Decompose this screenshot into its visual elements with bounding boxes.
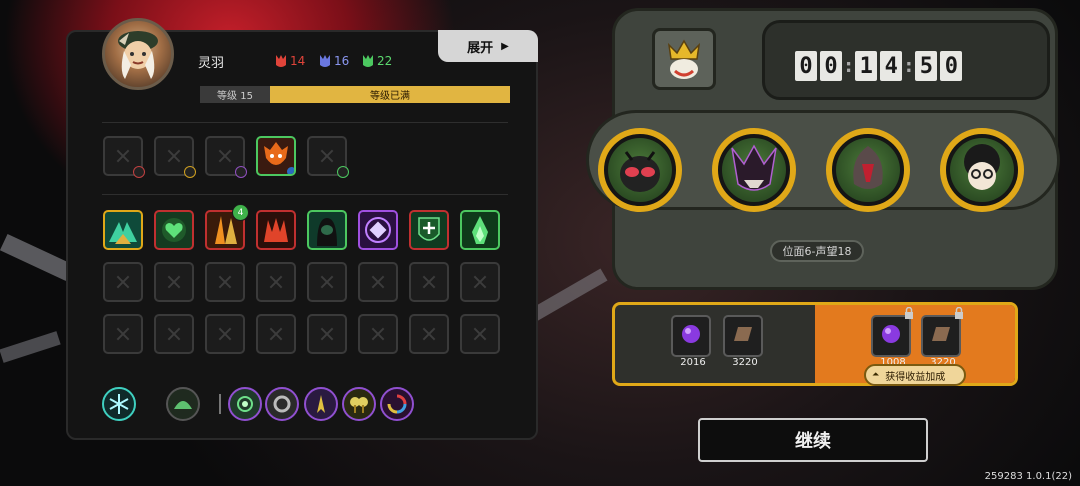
divider bbox=[102, 122, 508, 123]
hero-horned-demon[interactable] bbox=[712, 128, 796, 212]
lock-icon bbox=[955, 307, 963, 319]
skill-demon-claw-icon[interactable] bbox=[256, 210, 296, 250]
divider bbox=[102, 194, 508, 195]
skill-green-flame-icon[interactable] bbox=[460, 210, 500, 250]
reward-item[interactable]: 2016 bbox=[671, 315, 711, 368]
timer-colon: : bbox=[905, 55, 913, 77]
equipment-slot-empty[interactable] bbox=[205, 136, 247, 178]
income-bonus-tag[interactable]: ⏶ 获得收益加成 bbox=[864, 364, 966, 386]
skill-flame-blade-icon[interactable]: 4 bbox=[205, 204, 249, 250]
play-arrow-icon: ▶ bbox=[501, 40, 509, 52]
snowflake-icon[interactable] bbox=[102, 387, 136, 421]
skill-slot-empty[interactable] bbox=[460, 314, 500, 354]
character-panel: 灵羽 14 16 22 展开 ▶ 等级 15 等级已满 4 bbox=[66, 18, 538, 440]
skill-level-badge: 4 bbox=[232, 204, 249, 221]
timer-digit: 1 bbox=[855, 51, 878, 81]
skill-purple-crystal-icon[interactable] bbox=[358, 210, 398, 250]
lock-icon bbox=[905, 307, 913, 319]
timer-colon: : bbox=[845, 55, 853, 77]
reward-item[interactable]: 3220 bbox=[723, 315, 763, 368]
countdown-timer: 0 0 : 1 4 : 5 0 bbox=[762, 20, 1050, 100]
crown-emblem bbox=[652, 28, 716, 90]
skill-heart-icon[interactable] bbox=[154, 210, 194, 250]
reward-value: 2016 bbox=[680, 357, 706, 368]
equipment-slot-empty[interactable] bbox=[103, 136, 145, 178]
blue-mask-icon bbox=[320, 55, 330, 67]
skill-hooded-figure-icon[interactable] bbox=[307, 210, 347, 250]
equipment-fire-beast-icon[interactable] bbox=[256, 136, 296, 176]
double-chevron-up-icon: ⏶ bbox=[872, 370, 880, 380]
rank-tag: 位面6-声望18 bbox=[770, 240, 864, 262]
level-bar: 等级 15 等级已满 bbox=[200, 86, 510, 103]
resource-blue: 16 bbox=[319, 53, 349, 69]
red-mask-icon bbox=[276, 55, 286, 67]
crown-icon bbox=[667, 39, 701, 79]
resource-red: 14 bbox=[275, 53, 305, 69]
level-label: 等级 15 bbox=[200, 86, 270, 103]
skill-slot-empty[interactable] bbox=[460, 262, 500, 302]
reward-item-locked[interactable]: 1008 bbox=[871, 315, 911, 368]
silver-ring-icon[interactable] bbox=[265, 387, 299, 421]
continue-button[interactable]: 继续 bbox=[698, 418, 928, 462]
player-name: 灵羽 bbox=[198, 56, 225, 71]
skill-slot-empty[interactable] bbox=[409, 314, 449, 354]
hero-bug-mask[interactable] bbox=[598, 128, 682, 212]
player-avatar[interactable] bbox=[102, 18, 174, 90]
skill-slot-empty[interactable] bbox=[154, 262, 194, 302]
skill-slot-empty[interactable] bbox=[256, 262, 296, 302]
purple-orb-icon bbox=[882, 325, 900, 343]
equipment-slot-empty[interactable] bbox=[307, 136, 349, 178]
resource-green: 22 bbox=[362, 53, 392, 69]
skill-slot-empty[interactable] bbox=[358, 314, 398, 354]
skill-slot-empty[interactable] bbox=[205, 314, 245, 354]
brown-tile-icon bbox=[734, 327, 752, 341]
separator bbox=[219, 394, 221, 414]
swirl-icon[interactable] bbox=[380, 387, 414, 421]
timer-digit: 0 bbox=[820, 51, 842, 81]
skill-slot-empty[interactable] bbox=[307, 314, 347, 354]
hero-armored-knight[interactable] bbox=[826, 128, 910, 212]
skill-slot-empty[interactable] bbox=[307, 262, 347, 302]
resource-blue-value: 16 bbox=[334, 54, 350, 68]
skill-shield-cross-icon[interactable] bbox=[409, 210, 449, 250]
version-text: 259283 1.0.1(22) bbox=[984, 471, 1072, 482]
expand-label: 展开 bbox=[467, 40, 494, 56]
golden-wings-icon[interactable] bbox=[304, 387, 338, 421]
skill-slot-empty[interactable] bbox=[103, 262, 143, 302]
green-eye-icon[interactable] bbox=[228, 387, 262, 421]
skill-slot-empty[interactable] bbox=[154, 314, 194, 354]
purple-orb-icon bbox=[682, 325, 700, 343]
skill-slot-empty[interactable] bbox=[409, 262, 449, 302]
bonus-label: 获得收益加成 bbox=[885, 371, 946, 383]
level-status: 等级已满 bbox=[270, 86, 510, 103]
background-blade bbox=[0, 331, 61, 363]
timer-digit: 5 bbox=[915, 51, 938, 81]
resource-green-value: 22 bbox=[377, 54, 393, 68]
timer-digit: 4 bbox=[880, 51, 903, 81]
green-fan-icon[interactable] bbox=[166, 387, 200, 421]
timer-digit: 0 bbox=[940, 51, 963, 81]
reward-value: 3220 bbox=[732, 357, 758, 368]
golden-trees-icon[interactable] bbox=[342, 387, 376, 421]
hero-curly-hair-boy[interactable] bbox=[940, 128, 1024, 212]
skill-slot-empty[interactable] bbox=[358, 262, 398, 302]
skill-green-wings-icon[interactable] bbox=[103, 210, 143, 250]
skill-slot-empty[interactable] bbox=[205, 262, 245, 302]
equipment-slot-empty[interactable] bbox=[154, 136, 196, 178]
brown-tile-icon bbox=[932, 327, 950, 341]
skill-slot-empty[interactable] bbox=[103, 314, 143, 354]
skill-slot-empty[interactable] bbox=[256, 314, 296, 354]
green-mask-icon bbox=[363, 55, 373, 67]
resource-red-value: 14 bbox=[290, 54, 306, 68]
reward-item-locked[interactable]: 3220 bbox=[921, 315, 961, 368]
timer-digit: 0 bbox=[795, 51, 817, 81]
expand-button[interactable]: 展开 ▶ bbox=[438, 30, 538, 62]
